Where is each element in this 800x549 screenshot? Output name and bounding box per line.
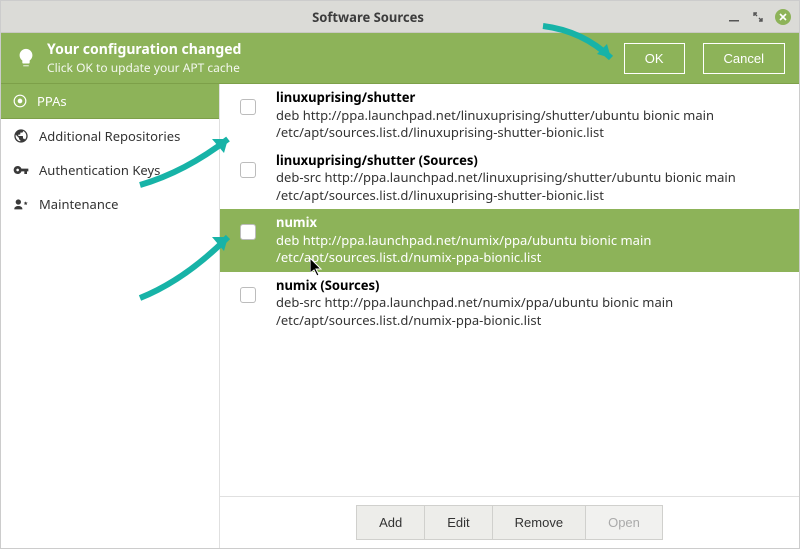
ppa-deb-line: deb http://ppa.launchpad.net/numix/ppa/u… [276, 232, 789, 250]
ppa-row-selected[interactable]: numix deb http://ppa.launchpad.net/numix… [220, 209, 799, 272]
ppa-checkbox[interactable] [240, 287, 256, 303]
ppa-deb-line: deb-src http://ppa.launchpad.net/numix/p… [276, 294, 789, 312]
maximize-button[interactable] [751, 10, 765, 24]
button-bar: Add Edit Remove Open [220, 497, 799, 548]
ppa-checkbox[interactable] [240, 99, 256, 115]
sidebar-item-authentication-keys[interactable]: Authentication Keys [1, 153, 219, 187]
cancel-button[interactable]: Cancel [703, 43, 785, 74]
ppa-row[interactable]: numix (Sources) deb-src http://ppa.launc… [220, 272, 799, 335]
add-button[interactable]: Add [356, 505, 425, 540]
sidebar-item-ppas[interactable]: PPAs [1, 84, 219, 119]
window: Software Sources Your configuration chan… [0, 0, 800, 549]
ppa-deb-line: deb http://ppa.launchpad.net/linuxuprisi… [276, 107, 789, 125]
minimize-button[interactable] [727, 10, 741, 24]
ppa-list: linuxuprising/shutter deb http://ppa.lau… [220, 84, 799, 497]
open-button: Open [585, 505, 663, 540]
main-panel: linuxuprising/shutter deb http://ppa.lau… [220, 84, 799, 548]
close-button[interactable] [775, 9, 791, 25]
ppa-title: linuxuprising/shutter (Sources) [276, 152, 789, 170]
sidebar-item-label: PPAs [37, 92, 67, 110]
titlebar: Software Sources [1, 1, 799, 33]
ppa-deb-line: deb-src http://ppa.launchpad.net/linuxup… [276, 169, 789, 187]
config-text: Your configuration changed Click OK to u… [47, 40, 606, 76]
ppa-file-line: /etc/apt/sources.list.d/numix-ppa-bionic… [276, 249, 789, 267]
remove-button[interactable]: Remove [492, 505, 586, 540]
sidebar-item-label: Additional Repositories [39, 127, 180, 145]
ppa-title: numix (Sources) [276, 277, 789, 295]
sidebar-item-maintenance[interactable]: Maintenance [1, 187, 219, 221]
ppa-file-line: /etc/apt/sources.list.d/numix-ppa-bionic… [276, 312, 789, 330]
ppa-title: numix [276, 214, 789, 232]
config-title: Your configuration changed [47, 40, 606, 59]
ppa-title: linuxuprising/shutter [276, 89, 789, 107]
ppa-row[interactable]: linuxuprising/shutter deb http://ppa.lau… [220, 84, 799, 147]
sidebar-item-additional-repositories[interactable]: Additional Repositories [1, 119, 219, 153]
sidebar: PPAs Additional Repositories Authenticat… [1, 84, 220, 548]
ppa-row[interactable]: linuxuprising/shutter (Sources) deb-src … [220, 147, 799, 210]
lightbulb-icon [15, 47, 37, 69]
config-subtitle: Click OK to update your APT cache [47, 59, 606, 76]
ok-button[interactable]: OK [624, 43, 685, 74]
config-banner: Your configuration changed Click OK to u… [1, 33, 799, 84]
ppa-checkbox[interactable] [240, 224, 256, 240]
ppa-file-line: /etc/apt/sources.list.d/linuxuprising-sh… [276, 187, 789, 205]
ppa-checkbox[interactable] [240, 162, 256, 178]
window-title: Software Sources [9, 8, 727, 26]
sidebar-item-label: Maintenance [39, 195, 118, 213]
body: PPAs Additional Repositories Authenticat… [1, 84, 799, 548]
window-controls [727, 9, 791, 25]
sidebar-item-label: Authentication Keys [39, 161, 160, 179]
edit-button[interactable]: Edit [424, 505, 492, 540]
ppa-file-line: /etc/apt/sources.list.d/linuxuprising-sh… [276, 124, 789, 142]
